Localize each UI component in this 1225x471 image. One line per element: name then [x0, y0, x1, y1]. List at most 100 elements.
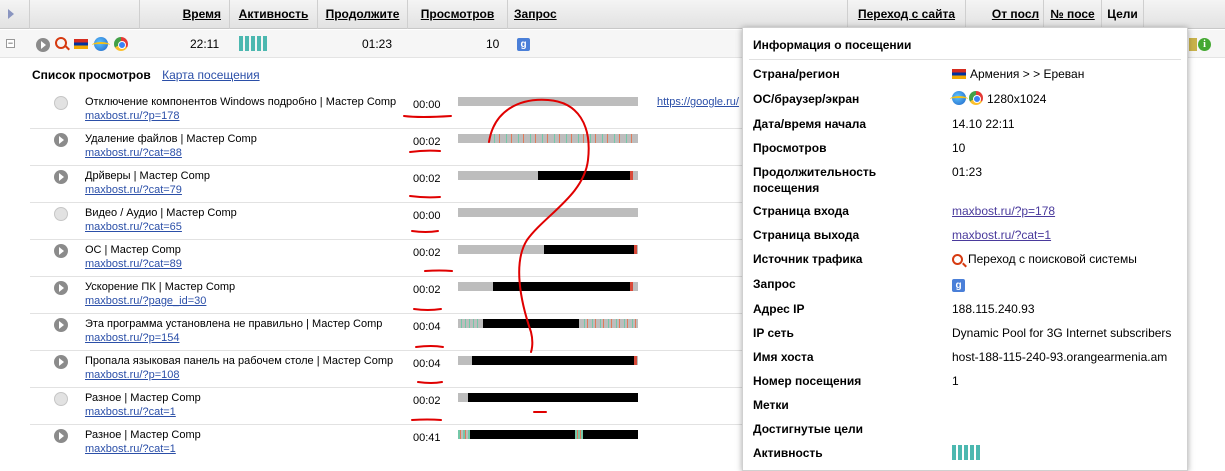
pageview-row: Удаление файлов | Мастер Comp maxbost.ru…: [30, 129, 750, 166]
pageview-url[interactable]: maxbost.ru/?cat=89: [85, 258, 182, 270]
pageview-timeline: [458, 319, 638, 328]
play-icon[interactable]: [36, 38, 50, 52]
visit-time: 22:11: [190, 37, 220, 51]
google-icon[interactable]: g: [952, 279, 965, 292]
header-spacer-2: [30, 0, 140, 29]
play-icon[interactable]: [54, 318, 68, 332]
header-goals[interactable]: Цели: [1102, 0, 1144, 29]
header-referrer[interactable]: Переход с сайта: [848, 0, 966, 29]
pageview-url[interactable]: maxbost.ru/?p=108: [85, 369, 179, 381]
ip-label: Адрес IP: [753, 302, 805, 316]
source-value-text: Переход с поисковой системы: [968, 252, 1137, 266]
tags-label: Метки: [753, 398, 789, 412]
pageview-time: 00:04: [413, 358, 441, 370]
visit-no-label: Номер посещения: [753, 374, 862, 388]
pageview-url[interactable]: maxbost.ru/?page_id=30: [85, 295, 206, 307]
pageview-timeline: [458, 245, 638, 254]
duration-value: 01:23: [952, 165, 983, 179]
exit-page-link[interactable]: maxbost.ru/?cat=1: [952, 228, 1051, 242]
pageview-title: Эта программа установлена не правильно |…: [85, 318, 383, 330]
pageview-timeline: [458, 134, 638, 143]
tab-visit-map[interactable]: Карта посещения: [162, 68, 260, 82]
windows-icon: [92, 37, 110, 51]
entry-value: maxbost.ru/?p=178: [952, 203, 1055, 219]
play-icon[interactable]: [54, 133, 68, 147]
pageview-time: 00:02: [413, 284, 441, 296]
play-icon[interactable]: [54, 429, 68, 443]
windows-icon: [950, 91, 968, 105]
chrome-icon: [114, 37, 128, 51]
query-value: g: [952, 276, 965, 292]
pageview-title: Удаление файлов | Мастер Comp: [85, 133, 257, 145]
header-activity[interactable]: Активность: [230, 0, 318, 29]
collapse-toggle[interactable]: −: [6, 39, 15, 48]
pageview-timeline: [458, 430, 638, 439]
start-value: 14.10 22:11: [952, 117, 1015, 131]
pageview-title: Отключение компонентов Windows подробно …: [85, 96, 397, 108]
country-label: Страна/регион: [753, 67, 840, 81]
header-spacer: [0, 0, 30, 29]
visit-no-value: 1: [952, 374, 959, 388]
pageview-url[interactable]: maxbost.ru/?cat=1: [85, 406, 176, 418]
query-label: Запрос: [753, 277, 796, 291]
network-value: Dynamic Pool for 3G Internet subscribers: [952, 326, 1172, 340]
views-label: Просмотров: [753, 141, 827, 155]
google-icon[interactable]: g: [517, 38, 530, 51]
play-icon[interactable]: [54, 355, 68, 369]
tab-pageview-list[interactable]: Список просмотров: [32, 68, 151, 82]
play-icon[interactable]: [54, 170, 68, 184]
pageview-row: Отключение компонентов Windows подробно …: [30, 92, 750, 129]
visit-info-popup: Информация о посещении Страна/регион Арм…: [742, 27, 1188, 471]
host-label: Имя хоста: [753, 350, 814, 364]
pageview-referrer[interactable]: https://google.ru/: [657, 96, 739, 108]
pageview-time: 00:02: [413, 136, 441, 148]
pageview-url[interactable]: maxbost.ru/?p=178: [85, 110, 179, 122]
pageview-time: 00:02: [413, 173, 441, 185]
pageview-url[interactable]: maxbost.ru/?p=154: [85, 332, 179, 344]
pageview-url[interactable]: maxbost.ru/?cat=88: [85, 147, 182, 159]
header-visit-no[interactable]: № посе: [1044, 0, 1102, 29]
play-icon[interactable]: [54, 244, 68, 258]
pageview-time: 00:00: [413, 99, 441, 111]
pageview-url[interactable]: maxbost.ru/?cat=79: [85, 184, 182, 196]
header-views[interactable]: Просмотров: [408, 0, 508, 29]
pageview-row: Пропала языковая панель на рабочем столе…: [30, 351, 750, 388]
popup-divider: [749, 59, 1181, 60]
header-query[interactable]: Запрос: [508, 0, 848, 29]
pageview-row: Видео / Аудио | Мастер Comp maxbost.ru/?…: [30, 203, 750, 240]
pageview-timeline: [458, 208, 638, 217]
pageview-row: Эта программа установлена не правильно |…: [30, 314, 750, 351]
entry-page-link[interactable]: maxbost.ru/?p=178: [952, 204, 1055, 218]
header-from-last[interactable]: От посл: [966, 0, 1044, 29]
header-duration[interactable]: Продолжите: [318, 0, 408, 29]
pageview-title: Дрйверы | Мастер Comp: [85, 170, 210, 182]
pageview-time: 00:41: [413, 432, 441, 444]
pageview-row: Разное | Мастер Comp maxbost.ru/?cat=1 0…: [30, 388, 750, 425]
search-engine-icon: [952, 254, 963, 265]
marker-icon: [1189, 38, 1197, 51]
host-value: host-188-115-240-93.orangearmenia.am: [952, 350, 1168, 364]
ip-value: 188.115.240.93: [952, 302, 1035, 316]
play-icon[interactable]: [54, 281, 68, 295]
play-icon[interactable]: [54, 207, 68, 221]
pageview-row: Разное | Мастер Comp maxbost.ru/?cat=1 0…: [30, 425, 750, 462]
pageview-timeline: [458, 97, 638, 106]
goals-label: Достигнутые цели: [753, 422, 864, 436]
pageview-row: Ускорение ПК | Мастер Comp maxbost.ru/?p…: [30, 277, 750, 314]
country-value: Армения > > Ереван: [952, 66, 1084, 82]
pageview-title: Разное | Мастер Comp: [85, 392, 201, 404]
play-icon[interactable]: [54, 96, 68, 110]
play-icon[interactable]: [54, 392, 68, 406]
pageview-timeline: [458, 356, 638, 365]
activity-label: Активность: [753, 446, 823, 460]
chrome-icon: [969, 91, 983, 105]
pageview-url[interactable]: maxbost.ru/?cat=65: [85, 221, 182, 233]
pageview-title: ОС | Мастер Comp: [85, 244, 181, 256]
start-label: Дата/время начала: [753, 117, 867, 131]
pageview-url[interactable]: maxbost.ru/?cat=1: [85, 443, 176, 455]
table-header: Время Активность Продолжите Просмотров З…: [0, 0, 1225, 29]
pageview-timeline: [458, 393, 638, 402]
visit-views: 10: [486, 37, 500, 51]
info-icon[interactable]: i: [1198, 38, 1211, 51]
header-time[interactable]: Время: [140, 0, 230, 29]
